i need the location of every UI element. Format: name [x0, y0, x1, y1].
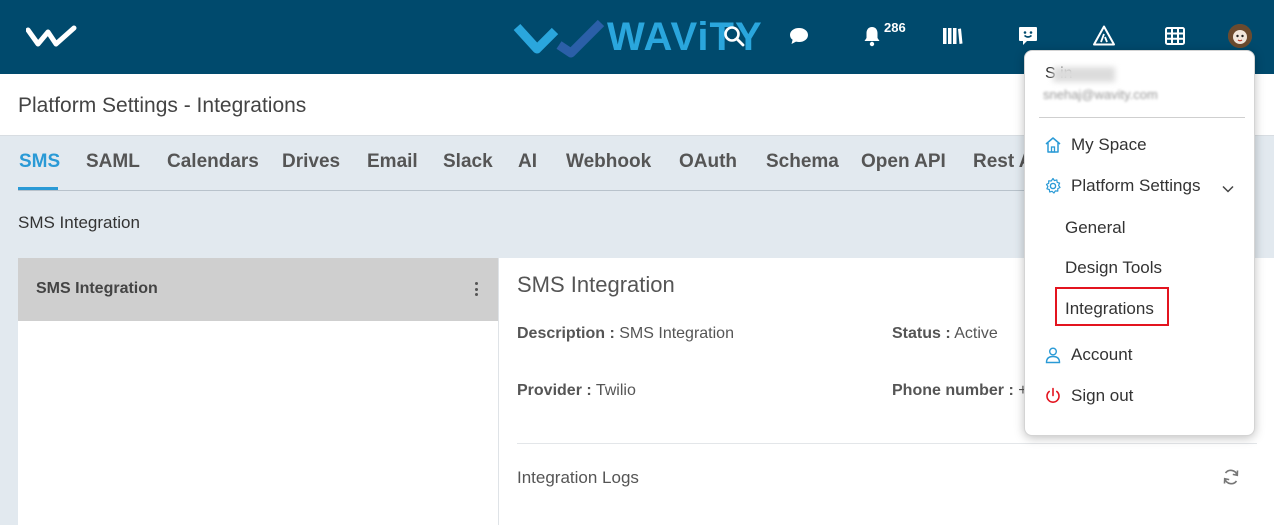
more-options-icon[interactable] — [470, 278, 482, 300]
page-title: Platform Settings - Integrations — [18, 94, 307, 117]
integrations-highlight-box — [1055, 287, 1169, 326]
description-field: Description : SMS Integration — [517, 325, 734, 343]
tab-drives[interactable]: Drives — [282, 151, 340, 173]
power-icon — [1046, 387, 1060, 403]
tab-open-api[interactable]: Open API — [861, 151, 946, 173]
provider-field: Provider : Twilio — [517, 382, 636, 400]
tab-email[interactable]: Email — [367, 151, 418, 173]
detail-title: SMS Integration — [517, 272, 675, 297]
chat-bubble-icon[interactable] — [785, 22, 813, 50]
menu-item-sign-out[interactable]: Sign out — [1043, 386, 1133, 406]
section-label: SMS Integration — [18, 213, 140, 232]
status-value: Active — [954, 325, 998, 342]
tab-ai[interactable]: AI — [518, 151, 537, 173]
integration-tabs: SMS SAML Calendars Drives Email Slack AI… — [18, 136, 1048, 191]
menu-item-account[interactable]: Account — [1043, 345, 1132, 365]
phone-number-field: Phone number : + — [892, 382, 1028, 400]
menu-divider — [1039, 117, 1245, 118]
logo-checkmark-icon[interactable] — [26, 24, 78, 50]
integration-list-panel: SMS Integration — [18, 258, 498, 525]
search-icon[interactable] — [720, 22, 748, 50]
list-item-label: SMS Integration — [36, 280, 158, 297]
tab-slack[interactable]: Slack — [443, 151, 493, 173]
home-icon — [1045, 137, 1061, 153]
divider — [517, 443, 1257, 444]
refresh-icon[interactable] — [1221, 467, 1241, 487]
chevron-down-icon[interactable] — [1221, 182, 1235, 196]
grid-table-icon[interactable] — [1161, 22, 1189, 50]
user-dropdown-menu: S in snehaj@wavity.com My Space Platform… — [1024, 50, 1255, 436]
description-label: Description : — [517, 325, 615, 342]
list-item[interactable]: SMS Integration — [18, 258, 498, 321]
integration-logs-label[interactable]: Integration Logs — [517, 468, 639, 488]
tab-saml[interactable]: SAML — [86, 151, 140, 173]
menu-item-label: Platform Settings — [1071, 176, 1201, 195]
redaction-blur — [1053, 67, 1115, 82]
menu-item-label: My Space — [1071, 135, 1147, 154]
user-email: snehaj@wavity.com — [1043, 87, 1158, 102]
status-field: Status : Active — [892, 325, 998, 343]
tab-calendars[interactable]: Calendars — [167, 151, 259, 173]
gear-icon — [1045, 177, 1061, 194]
phone-number-label: Phone number : — [892, 382, 1014, 399]
submenu-item-design-tools[interactable]: Design Tools — [1065, 258, 1162, 278]
menu-item-label: Account — [1071, 345, 1133, 364]
road-icon[interactable] — [1090, 22, 1118, 50]
notification-count-badge[interactable]: 286 — [884, 20, 906, 35]
menu-item-platform-settings[interactable]: Platform Settings — [1043, 176, 1200, 196]
tab-sms[interactable]: SMS — [19, 151, 60, 173]
description-value: SMS Integration — [619, 325, 734, 342]
provider-value: Twilio — [595, 382, 636, 399]
active-tab-indicator — [18, 187, 58, 190]
tab-oauth[interactable]: OAuth — [679, 151, 737, 173]
menu-item-my-space[interactable]: My Space — [1043, 135, 1147, 155]
bell-icon[interactable] — [858, 22, 886, 50]
brand-mark-icon — [513, 19, 605, 58]
tab-schema[interactable]: Schema — [766, 151, 839, 173]
user-icon — [1045, 347, 1061, 364]
tab-webhook[interactable]: Webhook — [566, 151, 651, 173]
user-avatar[interactable] — [1228, 24, 1252, 48]
provider-label: Provider : — [517, 382, 592, 399]
status-label: Status : — [892, 325, 951, 342]
library-books-icon[interactable] — [938, 22, 966, 50]
submenu-item-general[interactable]: General — [1065, 218, 1125, 238]
feedback-smile-icon[interactable] — [1014, 22, 1042, 50]
menu-item-label: Sign out — [1071, 386, 1134, 405]
